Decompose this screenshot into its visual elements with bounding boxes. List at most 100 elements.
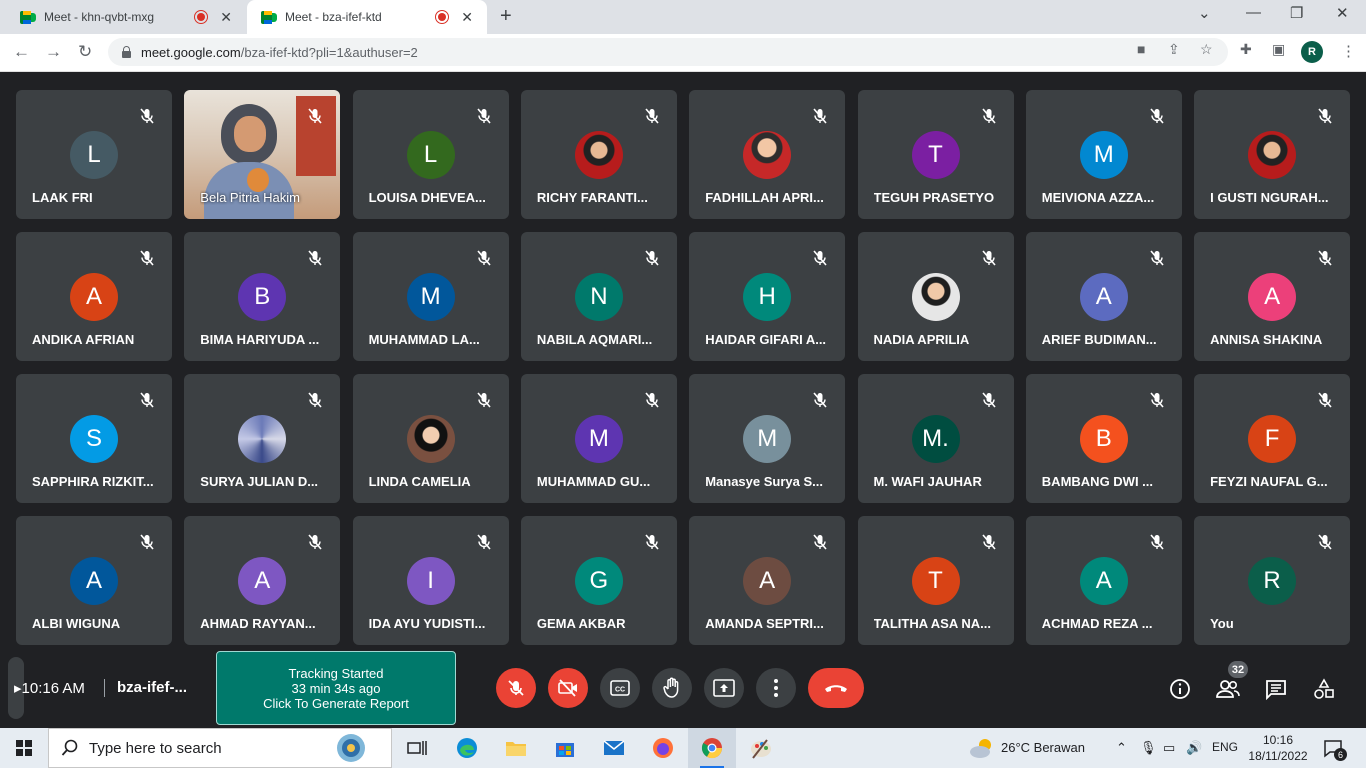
forward-icon[interactable]: → <box>45 42 62 62</box>
present-screen-button[interactable] <box>704 668 744 708</box>
address-bar[interactable]: meet.google.com/bza-ifef-ktd?pli=1&authu… <box>108 38 1228 66</box>
participant-tile[interactable]: A ANDIKA AFRIAN <box>16 232 172 361</box>
captions-icon: CC <box>610 680 630 696</box>
chat-button[interactable] <box>1263 676 1289 702</box>
microphone-tray-icon[interactable]: 🎙 <box>1140 740 1157 756</box>
tab-search-icon[interactable]: ⌄ <box>1198 4 1211 22</box>
participant-tile[interactable]: SURYA JULIAN D... <box>184 374 341 503</box>
browser-menu-icon[interactable]: ⋮ <box>1341 42 1356 60</box>
muted-mic-icon <box>1316 249 1334 267</box>
participant-tile[interactable]: H HAIDAR GIFARI A... <box>689 232 846 361</box>
bookmark-star-icon[interactable]: ☆ <box>1200 41 1213 58</box>
weather-text[interactable]: 26°C Berawan <box>1001 740 1085 755</box>
participant-tile[interactable]: M MUHAMMAD GU... <box>520 374 677 503</box>
browser-tab-2[interactable]: Meet - bza-ifef-ktd ✕ <box>247 0 487 34</box>
participant-tile[interactable]: B BIMA HARIYUDA ... <box>184 232 341 361</box>
paint-icon[interactable] <box>749 736 773 760</box>
participant-avatar: A <box>1079 273 1128 321</box>
meeting-info-button[interactable] <box>1167 676 1193 702</box>
language-indicator[interactable]: ENG <box>1212 740 1238 754</box>
close-tab-icon[interactable]: ✕ <box>461 9 473 26</box>
participant-tile[interactable]: B BAMBANG DWI ... <box>1025 374 1182 503</box>
participant-tile[interactable]: N NABILA AQMARI... <box>520 232 677 361</box>
participant-tile[interactable]: I IDA AYU YUDISTI... <box>352 516 509 645</box>
participant-tile[interactable]: R You <box>1194 516 1351 645</box>
present-icon <box>713 679 735 697</box>
profile-avatar[interactable]: R <box>1301 41 1323 63</box>
new-tab-icon[interactable]: + <box>500 5 512 28</box>
more-options-button[interactable] <box>756 668 796 708</box>
participant-avatar: B <box>238 273 287 321</box>
participant-tile[interactable]: A AHMAD RAYYAN... <box>184 516 341 645</box>
participant-tile[interactable]: M MUHAMMAD LA... <box>352 232 509 361</box>
close-tab-icon[interactable]: ✕ <box>220 9 232 26</box>
muted-mic-icon <box>811 391 829 409</box>
back-icon[interactable]: ← <box>13 42 30 62</box>
participant-name: MUHAMMAD GU... <box>536 474 651 489</box>
volume-icon[interactable]: 🔊 <box>1186 740 1202 756</box>
activities-button[interactable] <box>1311 676 1337 702</box>
minimize-icon[interactable]: — <box>1246 4 1261 21</box>
microsoft-store-icon[interactable] <box>553 736 577 760</box>
participant-tile[interactable]: G GEMA AKBAR <box>520 516 677 645</box>
participant-tile[interactable]: T TEGUH PRASETYO <box>857 90 1014 219</box>
muted-mic-icon <box>1316 107 1334 125</box>
weather-cloud-icon[interactable] <box>968 737 996 759</box>
participant-tile[interactable]: A AMANDA SEPTRI... <box>689 516 846 645</box>
muted-mic-icon <box>475 391 493 409</box>
side-panel-icon[interactable]: ▣ <box>1272 41 1285 58</box>
participant-tile[interactable]: S SAPPHIRA RIZKIT... <box>16 374 172 503</box>
participant-tile[interactable]: M MEIVIONA AZZA... <box>1025 90 1182 219</box>
muted-mic-icon <box>1148 533 1166 551</box>
show-hidden-icons-icon[interactable]: ⌃ <box>1116 740 1127 756</box>
participant-tile[interactable]: A ARIEF BUDIMAN... <box>1025 232 1182 361</box>
people-button[interactable] <box>1215 676 1241 702</box>
participant-tile[interactable]: L LOUISA DHEVEA... <box>352 90 509 219</box>
participant-tile[interactable]: A ACHMAD REZA ... <box>1025 516 1182 645</box>
meeting-code[interactable]: bza-ifef-... <box>117 679 187 696</box>
tracking-report-button[interactable]: Tracking Started 33 min 34s ago Click To… <box>216 651 456 725</box>
participant-tile[interactable]: NADIA APRILIA <box>857 232 1014 361</box>
participant-tile[interactable]: LINDA CAMELIA <box>352 374 509 503</box>
firefox-icon[interactable] <box>651 736 675 760</box>
participant-tile[interactable]: A ANNISA SHAKINA <box>1194 232 1351 361</box>
info-icon <box>1170 679 1190 699</box>
close-window-icon[interactable]: ✕ <box>1336 4 1349 22</box>
participant-tile[interactable]: Bela Pitria Hakim <box>184 90 341 219</box>
participant-tile[interactable]: F FEYZI NAUFAL G... <box>1194 374 1351 503</box>
participant-tile[interactable]: FADHILLAH APRI... <box>689 90 846 219</box>
participant-tile[interactable]: M. M. WAFI JAUHAR <box>857 374 1014 503</box>
participant-tile[interactable]: A ALBI WIGUNA <box>16 516 172 645</box>
captions-button[interactable]: CC <box>600 668 640 708</box>
mail-icon[interactable] <box>602 736 626 760</box>
reload-icon[interactable]: ↻ <box>78 42 92 62</box>
edge-browser-icon[interactable] <box>455 736 479 760</box>
muted-mic-icon <box>980 107 998 125</box>
restore-icon[interactable]: ❐ <box>1290 4 1303 22</box>
participant-tile[interactable]: I GUSTI NGURAH... <box>1194 90 1351 219</box>
chrome-icon[interactable] <box>700 736 724 760</box>
microphone-off-button[interactable] <box>496 668 536 708</box>
participant-name: MEIVIONA AZZA... <box>1041 190 1155 205</box>
mic-off-icon <box>508 680 524 696</box>
participant-avatar: M. <box>911 415 960 463</box>
participant-tile[interactable]: L LAAK FRI <box>16 90 172 219</box>
taskbar-search-box[interactable]: Type here to search <box>48 728 392 768</box>
browser-tab-1[interactable]: Meet - khn-qvbt-mxg ✕ <box>0 0 246 34</box>
participant-name: AMANDA SEPTRI... <box>705 616 824 631</box>
task-view-icon[interactable] <box>405 736 429 760</box>
participant-tile[interactable]: T TALITHA ASA NA... <box>857 516 1014 645</box>
share-icon[interactable]: ⇪ <box>1168 41 1180 58</box>
taskbar-clock[interactable]: 10:16 18/11/2022 <box>1248 732 1308 764</box>
network-icon[interactable]: ▭ <box>1163 740 1175 756</box>
participant-tile[interactable]: M Manasye Surya S... <box>689 374 846 503</box>
leave-call-button[interactable] <box>808 668 864 708</box>
extensions-icon[interactable]: ✚ <box>1240 41 1252 58</box>
raise-hand-icon <box>663 677 679 698</box>
file-explorer-icon[interactable] <box>504 736 528 760</box>
camera-blocked-icon[interactable]: ■ <box>1137 41 1145 57</box>
participant-tile[interactable]: RICHY FARANTI... <box>520 90 677 219</box>
windows-start-icon[interactable] <box>16 740 32 756</box>
camera-off-button[interactable] <box>548 668 588 708</box>
raise-hand-button[interactable] <box>652 668 692 708</box>
